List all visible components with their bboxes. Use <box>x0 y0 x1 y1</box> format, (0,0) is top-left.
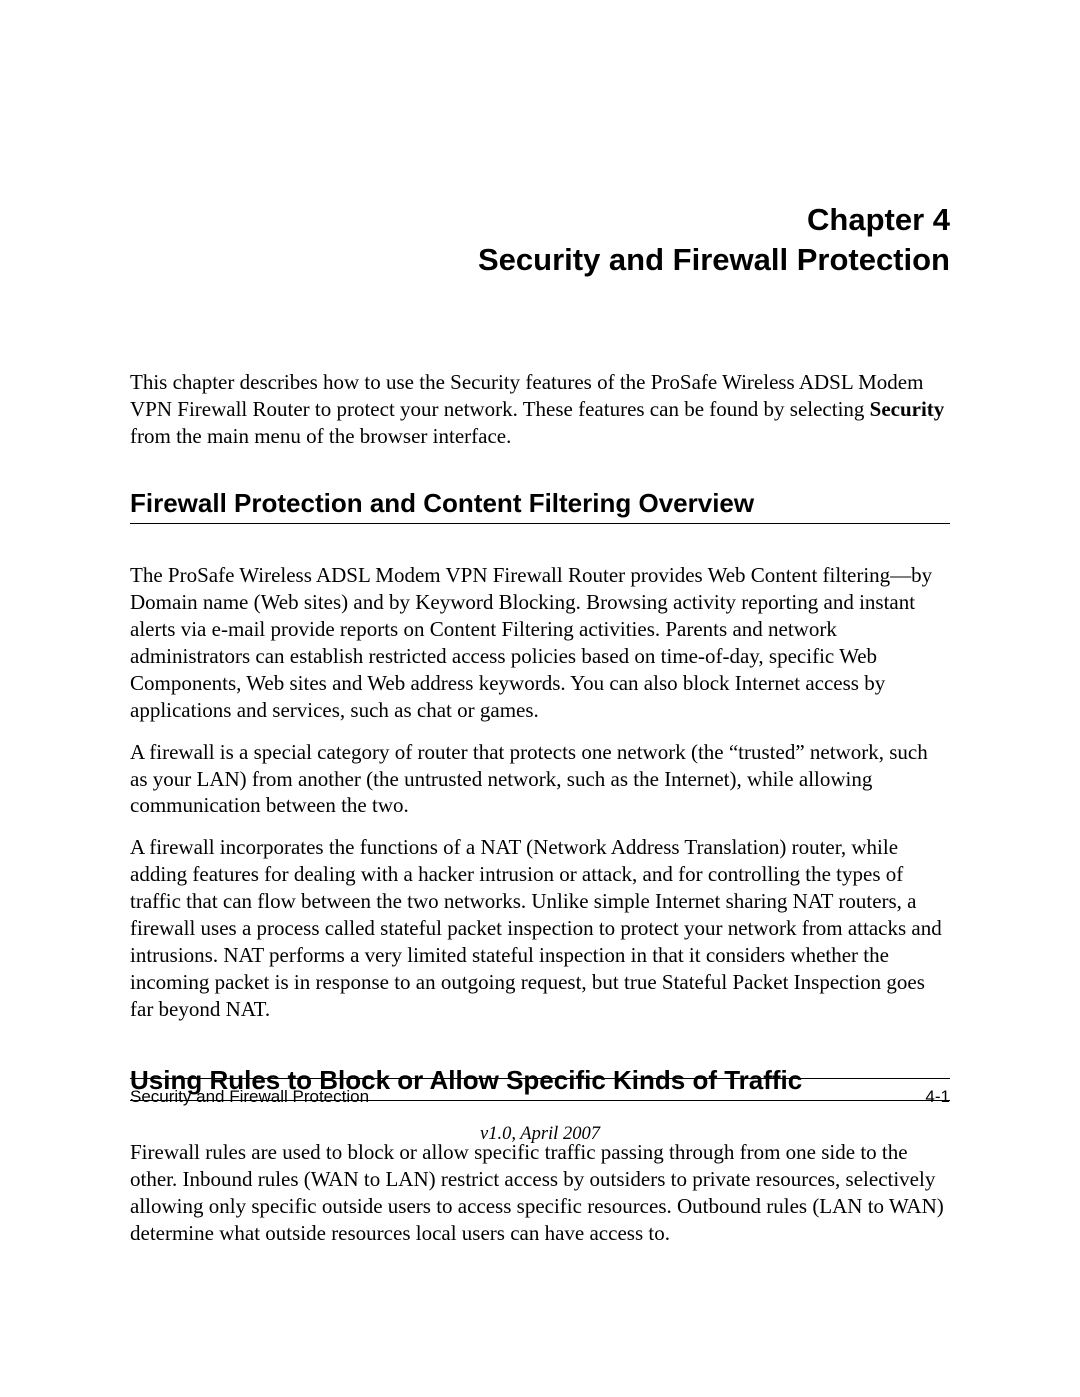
footer-rule <box>130 1078 950 1079</box>
footer-version: v1.0, April 2007 <box>0 1124 1080 1145</box>
intro-paragraph: This chapter describes how to use the Se… <box>130 369 950 451</box>
s2-paragraph-1: Firewall rules are used to block or allo… <box>130 1139 950 1247</box>
intro-bold-security: Security <box>870 397 945 421</box>
page-footer: Security and Firewall Protection 4-1 <box>130 1078 950 1107</box>
s1-paragraph-1: The ProSafe Wireless ADSL Modem VPN Fire… <box>130 562 950 723</box>
footer-line: Security and Firewall Protection 4-1 <box>130 1087 950 1107</box>
section-spacer <box>130 1037 950 1065</box>
section-heading-firewall-overview: Firewall Protection and Content Filterin… <box>130 488 950 524</box>
document-page: Chapter 4 Security and Firewall Protecti… <box>0 0 1080 1247</box>
s1-paragraph-2: A firewall is a special category of rout… <box>130 739 950 820</box>
footer-chapter-name: Security and Firewall Protection <box>130 1087 369 1107</box>
intro-text-1: This chapter describes how to use the Se… <box>130 370 923 421</box>
chapter-header: Chapter 4 Security and Firewall Protecti… <box>130 200 950 281</box>
s1-paragraph-3: A firewall incorporates the functions of… <box>130 834 950 1022</box>
footer-page-number: 4-1 <box>925 1087 950 1107</box>
chapter-title: Security and Firewall Protection <box>130 240 950 280</box>
intro-text-2: from the main menu of the browser interf… <box>130 424 511 448</box>
chapter-number: Chapter 4 <box>130 200 950 240</box>
